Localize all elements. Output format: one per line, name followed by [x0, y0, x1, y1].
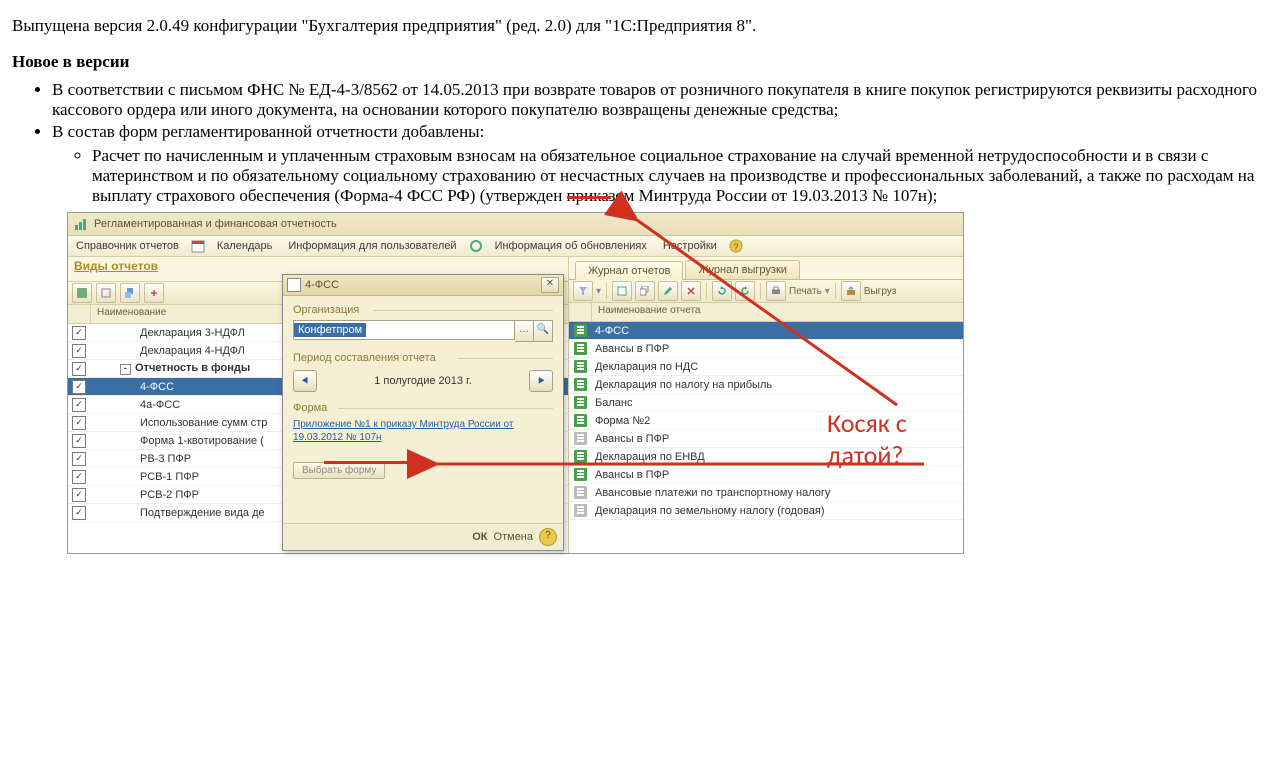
list-row[interactable]: Декларация по земельному налогу (годовая…	[569, 502, 963, 520]
print-icon[interactable]	[766, 281, 786, 301]
export-icon[interactable]	[841, 281, 861, 301]
edit-icon[interactable]	[658, 281, 678, 301]
close-icon[interactable]: ✕	[541, 277, 559, 293]
window-title: Регламентированная и финансовая отчетнос…	[94, 218, 337, 230]
org-search-button[interactable]: 🔍	[534, 320, 553, 342]
chart-icon	[74, 217, 88, 231]
menu-updates[interactable]: Информация об обновлениях	[491, 238, 651, 254]
organization-input[interactable]: Конфетпром	[293, 320, 515, 340]
dialog-help-icon[interactable]: ?	[539, 528, 557, 546]
underline-date-dialog	[324, 461, 416, 464]
list-row[interactable]: Декларация по НДС	[569, 358, 963, 376]
group-period: Период составления отчета	[293, 352, 553, 364]
filter-icon[interactable]	[573, 281, 593, 301]
menu-calendar[interactable]: Календарь	[213, 238, 277, 254]
period-value: 1 полугодие 2013 г.	[374, 375, 472, 387]
list-row[interactable]: Авансы в ПФР	[569, 340, 963, 358]
help-icon[interactable]: ?	[729, 239, 743, 253]
ok-button[interactable]: ОК	[472, 531, 487, 543]
right-pane: Журнал отчетов Журнал выгрузки ▾	[569, 257, 963, 553]
tab-journal-reports[interactable]: Журнал отчетов	[575, 261, 683, 280]
list-row[interactable]: Авансы в ПФР	[569, 430, 963, 448]
bullet-2: В состав форм регламентированной отчетно…	[52, 122, 1270, 206]
right-columns: Наименование отчета	[569, 303, 963, 322]
sub-bullet-1: Расчет по начисленным и уплаченным страх…	[92, 146, 1270, 206]
intro-paragraph: Выпущена версия 2.0.49 конфигурации "Бух…	[12, 16, 1270, 36]
menubar: Справочник отчетов Календарь Информация …	[68, 236, 963, 257]
print-label[interactable]: Печать	[789, 286, 822, 297]
toolbar-btn-3[interactable]	[120, 283, 140, 303]
list-row[interactable]: Декларация по налогу на прибыль	[569, 376, 963, 394]
select-form-button[interactable]: Выбрать форму	[293, 462, 385, 479]
dialog-icon	[287, 278, 301, 292]
right-toolbar: ▾ Печать ▾ Выгруз	[569, 280, 963, 303]
list-row[interactable]: Форма №2	[569, 412, 963, 430]
redo-icon[interactable]	[735, 281, 755, 301]
list-row[interactable]: Авансы в ПФР	[569, 466, 963, 484]
underline-date-top	[567, 196, 611, 199]
update-icon	[469, 239, 483, 253]
window-titlebar: Регламентированная и финансовая отчетнос…	[68, 213, 963, 236]
tab-journal-export[interactable]: Журнал выгрузки	[685, 260, 799, 279]
period-next-button[interactable]: ⯈	[529, 370, 553, 392]
list-row[interactable]: Баланс	[569, 394, 963, 412]
group-organization: Организация	[293, 304, 553, 316]
list-row[interactable]: Декларация по ЕНВД	[569, 448, 963, 466]
list-row[interactable]: 4-ФСС	[569, 322, 963, 340]
toolbar-btn-4[interactable]	[144, 283, 164, 303]
period-prev-button[interactable]: ⯇	[293, 370, 317, 392]
toolbar-btn-2[interactable]	[96, 283, 116, 303]
group-form: Форма	[293, 402, 553, 414]
section-heading: Новое в версии	[12, 52, 1270, 72]
menu-settings[interactable]: Настройки	[659, 238, 721, 254]
delete-icon[interactable]	[681, 281, 701, 301]
export-label[interactable]: Выгруз	[864, 286, 897, 297]
copy-icon[interactable]	[635, 281, 655, 301]
svg-text:?: ?	[733, 242, 738, 252]
form-link[interactable]: Приложение №1 к приказу Минтруда России …	[293, 418, 553, 444]
bullet-1: В соответствии с письмом ФНС № ЕД-4-3/85…	[52, 80, 1270, 120]
list-row[interactable]: Авансовые платежи по транспортному налог…	[569, 484, 963, 502]
org-select-button[interactable]: …	[515, 320, 534, 342]
dialog-4fss: 4-ФСС ✕ Организация Конфетпром … 🔍 Перио…	[282, 274, 564, 551]
tabs: Журнал отчетов Журнал выгрузки	[569, 257, 963, 280]
cancel-button[interactable]: Отмена	[494, 531, 533, 543]
menu-userinfo[interactable]: Информация для пользователей	[284, 238, 460, 254]
report-list[interactable]: 4-ФССАвансы в ПФРДекларация по НДСДеклар…	[569, 322, 963, 553]
menu-reference[interactable]: Справочник отчетов	[72, 238, 183, 254]
calendar-icon	[191, 239, 205, 253]
undo-icon[interactable]	[712, 281, 732, 301]
new-icon[interactable]	[612, 281, 632, 301]
toolbar-btn-1[interactable]	[72, 283, 92, 303]
dialog-title: 4-ФСС	[305, 279, 339, 291]
